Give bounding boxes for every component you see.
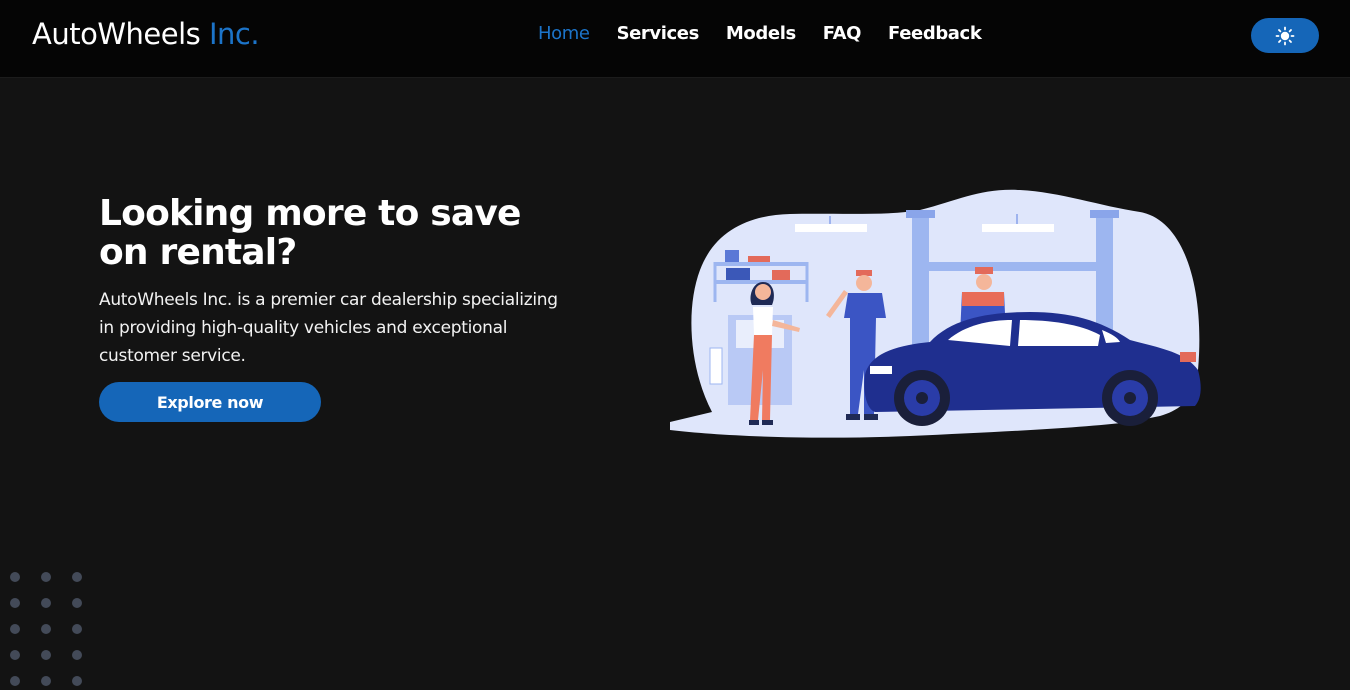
ceiling-light-right [982,224,1054,232]
navbar: AutoWheels Inc. Home Services Models FAQ… [0,0,1350,78]
brand-logo[interactable]: AutoWheels Inc. [32,17,260,51]
main-nav: Home Services Models FAQ Feedback [538,23,982,44]
logo-accent-text: Inc. [208,17,260,51]
tool-shelf [715,262,807,266]
nav-link-models[interactable]: Models [726,23,796,44]
decorative-dot-grid [10,572,90,690]
theme-toggle-button[interactable] [1251,18,1319,53]
ceiling-light-left [795,224,867,232]
explore-now-button[interactable]: Explore now [99,382,321,422]
mechanic-behind-car [975,267,993,274]
nav-link-feedback[interactable]: Feedback [888,23,982,44]
nav-link-faq[interactable]: FAQ [823,23,862,44]
hero-description: AutoWheels Inc. is a premier car dealers… [99,290,558,366]
nav-link-home[interactable]: Home [538,23,590,44]
nav-link-services[interactable]: Services [617,23,700,44]
sun-icon [1275,26,1295,45]
car-service-illustration [670,189,1201,438]
logo-main-text: AutoWheels [32,17,201,51]
lift-crossbar [929,262,1096,271]
hero-title: Looking more to save on rental? [99,193,521,273]
